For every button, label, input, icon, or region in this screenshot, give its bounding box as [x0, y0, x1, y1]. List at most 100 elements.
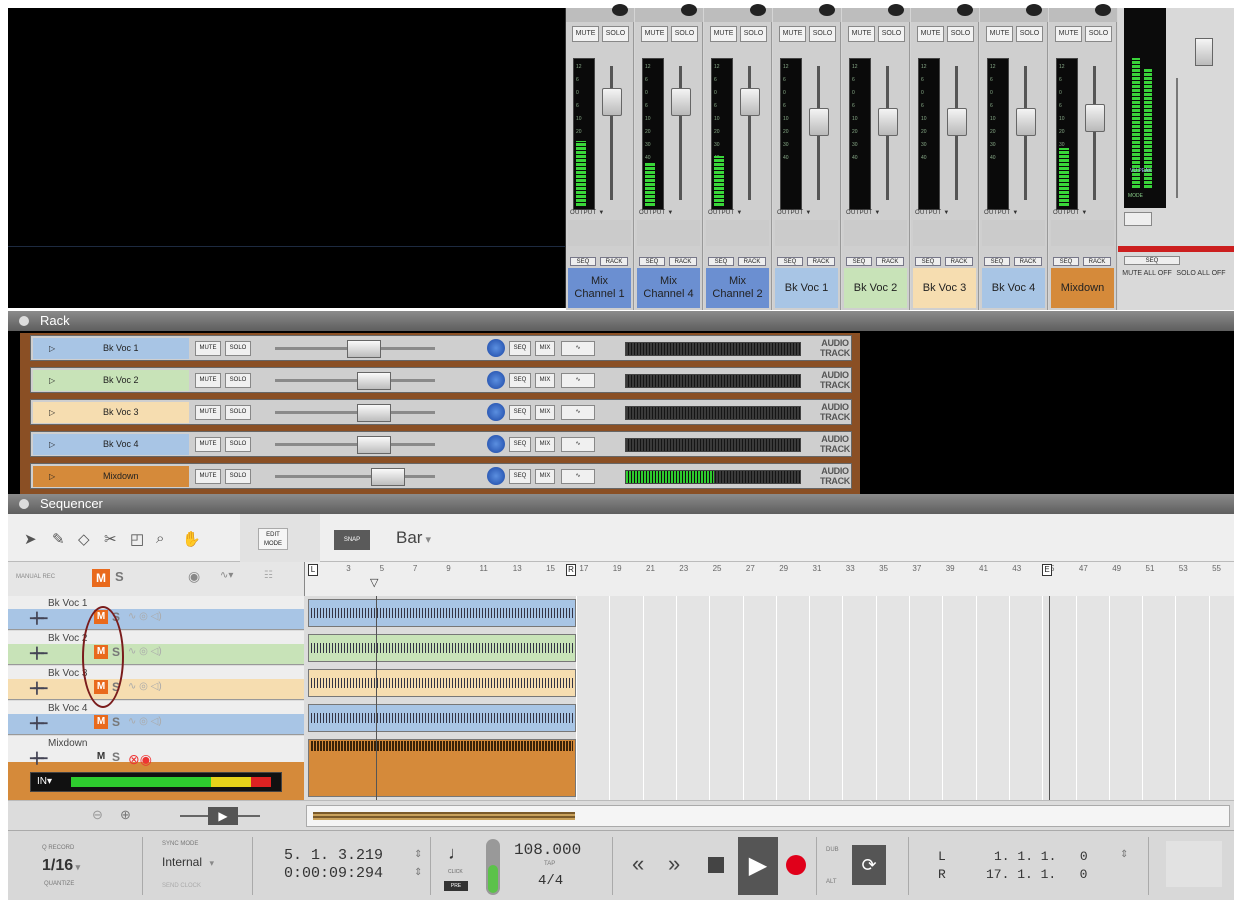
target-icon[interactable]: ◉ — [188, 568, 200, 585]
volume-fader[interactable] — [357, 436, 391, 454]
arrangement-grid[interactable] — [576, 596, 1234, 800]
channel-fader[interactable] — [809, 108, 829, 136]
track-name[interactable]: Bk Voc 2 — [48, 633, 87, 644]
seq-button[interactable]: SEQ — [509, 341, 531, 356]
seq-button[interactable]: SEQ — [915, 257, 941, 266]
record-icon[interactable] — [786, 855, 806, 875]
quantize-select[interactable]: 1/16 ▾ — [42, 857, 80, 875]
record-enable-icon[interactable]: ∿ ◎ ◁) — [128, 611, 162, 622]
metronome-icon[interactable]: ♩ — [448, 843, 466, 864]
rack-button[interactable]: RACK — [945, 257, 973, 266]
solo-button[interactable]: SOLO — [671, 26, 698, 42]
channel-fader[interactable] — [878, 108, 898, 136]
seq-button[interactable]: SEQ — [846, 257, 872, 266]
loop-icon[interactable]: ⟳ — [852, 845, 886, 885]
mix-button[interactable]: MIX — [535, 437, 555, 452]
song-position[interactable]: 5. 1. 3.219 — [284, 847, 383, 864]
channel-fader[interactable] — [947, 108, 967, 136]
solo-button[interactable]: SOLO — [947, 26, 974, 42]
track-mute-button[interactable]: M — [94, 750, 108, 764]
rack-header[interactable]: Rack — [8, 311, 1234, 331]
volume-fader[interactable] — [357, 372, 391, 390]
left-loop-position[interactable]: 1. 1. 1. 0 — [994, 849, 1088, 864]
expand-icon[interactable]: ▷ — [49, 402, 55, 423]
solo-all-off-button[interactable]: SOLO ALL OFF — [1176, 270, 1226, 278]
track-header[interactable]: Bk Voc 3 ━╋━━ M S ∿ ◎ ◁) — [8, 666, 304, 700]
mute-button[interactable]: MUTE — [195, 405, 221, 420]
seq-button[interactable]: SEQ — [509, 373, 531, 388]
rewind-icon[interactable]: « — [632, 851, 644, 877]
pan-knob[interactable] — [487, 467, 505, 485]
track-header[interactable]: Bk Voc 4 ━╋━━ M S ∿ ◎ ◁) — [8, 701, 304, 735]
output-select[interactable]: OUTPUT ▼ — [570, 210, 605, 216]
audio-clip[interactable] — [308, 599, 576, 627]
track-mute-button[interactable]: M — [94, 715, 108, 729]
track-header[interactable]: Mixdown ━╋━━ M S ⊗◉ — [8, 736, 304, 802]
grid-icon[interactable]: ☷ — [264, 570, 273, 581]
seq-button[interactable]: SEQ — [984, 257, 1010, 266]
razor-tool-icon[interactable]: ✂ — [104, 530, 117, 548]
expand-icon[interactable]: ▷ — [49, 434, 55, 455]
channel-fader[interactable] — [602, 88, 622, 116]
output-select[interactable]: OUTPUT ▼ — [1053, 210, 1088, 216]
mute-button[interactable]: MUTE — [848, 26, 875, 42]
timeline-ruler[interactable]: MANUAL REC M S ◉ ∿▾ ☷ 135791113151719212… — [8, 562, 1234, 596]
channel-name[interactable]: Bk Voc 1 — [775, 268, 838, 308]
zoom-in-icon[interactable]: ⊕ — [120, 807, 131, 823]
master-seq-button[interactable]: SEQ — [1124, 256, 1180, 265]
channel-fader[interactable] — [1016, 108, 1036, 136]
waveform-icon[interactable]: ∿ — [561, 341, 595, 356]
audio-clip[interactable] — [308, 739, 576, 797]
zoom-out-icon[interactable]: ⊖ — [92, 807, 103, 823]
track-name[interactable]: Bk Voc 4 — [48, 703, 87, 714]
mute-button[interactable]: MUTE — [710, 26, 737, 42]
device-label[interactable]: ▷ Mixdown — [33, 466, 189, 487]
device-label[interactable]: ▷ Bk Voc 3 — [33, 402, 189, 423]
solo-button[interactable]: SOLO — [740, 26, 767, 42]
pan-knob[interactable] — [487, 435, 505, 453]
collapse-icon[interactable] — [19, 499, 29, 509]
audio-clip[interactable] — [308, 704, 576, 732]
seq-button[interactable]: SEQ — [777, 257, 803, 266]
alt-button[interactable]: ALT — [826, 879, 837, 885]
seq-button[interactable]: SEQ — [570, 257, 596, 266]
seq-button[interactable]: SEQ — [708, 257, 734, 266]
stop-icon[interactable] — [708, 857, 724, 873]
mute-button[interactable]: MUTE — [195, 373, 221, 388]
sync-mode-select[interactable]: Internal ▾ — [162, 855, 214, 869]
output-select[interactable]: OUTPUT ▼ — [639, 210, 674, 216]
end-marker[interactable]: E — [1042, 564, 1052, 576]
rack-button[interactable]: RACK — [669, 257, 697, 266]
mix-button[interactable]: MIX — [535, 405, 555, 420]
master-fader[interactable] — [1195, 38, 1213, 66]
device-label[interactable]: ▷ Bk Voc 4 — [33, 434, 189, 455]
edit-mode-button[interactable]: EDIT MODE — [258, 528, 288, 550]
mute-all-button[interactable]: M — [92, 569, 110, 587]
horizontal-scrollbar[interactable] — [306, 805, 1230, 827]
seq-button[interactable]: SEQ — [1053, 257, 1079, 266]
rack-button[interactable]: RACK — [738, 257, 766, 266]
pan-knob[interactable] — [1026, 4, 1042, 16]
solo-button[interactable]: SOLO — [878, 26, 905, 42]
seq-button[interactable]: SEQ — [509, 405, 531, 420]
audio-clip[interactable] — [308, 669, 576, 697]
play-icon[interactable]: ▶ — [738, 837, 778, 895]
speaker-tool-icon[interactable]: ◰ — [130, 530, 144, 548]
mute-button[interactable]: MUTE — [779, 26, 806, 42]
channel-fader[interactable] — [671, 88, 691, 116]
solo-button[interactable]: SOLO — [602, 26, 629, 42]
record-enable-icon[interactable]: ∿ ◎ ◁) — [128, 716, 162, 727]
channel-name[interactable]: Mixdown — [1051, 268, 1114, 308]
tempo-display[interactable]: 108.000 — [514, 841, 581, 859]
position-spinner-icon[interactable]: ⇕ — [414, 849, 422, 860]
record-enable-icon[interactable]: ∿ ◎ ◁) — [128, 646, 162, 657]
snap-button[interactable]: SNAP — [334, 530, 370, 550]
rack-button[interactable]: RACK — [807, 257, 835, 266]
seq-button[interactable]: SEQ — [509, 469, 531, 484]
seq-button[interactable]: SEQ — [509, 437, 531, 452]
channel-name[interactable]: Bk Voc 4 — [982, 268, 1045, 308]
expand-icon[interactable]: ▷ — [49, 466, 55, 487]
device-label[interactable]: ▷ Bk Voc 2 — [33, 370, 189, 391]
expand-icon[interactable]: ▷ — [49, 370, 55, 391]
song-time[interactable]: 0:00:09:294 — [284, 865, 383, 882]
